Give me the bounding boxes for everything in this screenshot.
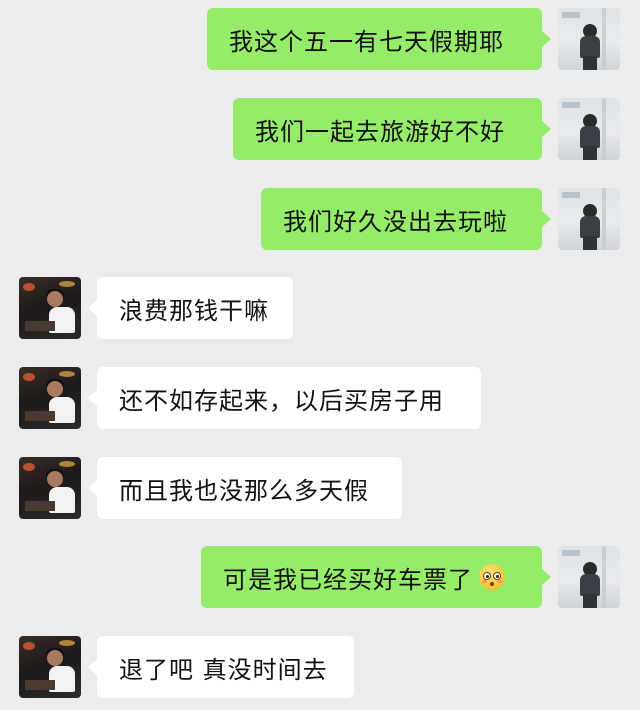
sender-avatar[interactable]: [558, 98, 620, 160]
chat-message-sent: 我们一起去旅游好不好: [0, 98, 640, 162]
message-bubble-received[interactable]: 而且我也没那么多天假: [88, 457, 402, 519]
message-bubble-sent[interactable]: 可是我已经买好车票了: [201, 546, 551, 608]
message-bubble-sent[interactable]: 我们好久没出去玩啦: [261, 188, 551, 250]
message-bubble-received[interactable]: 浪费那钱干嘛: [88, 277, 293, 339]
message-text: 我们好久没出去玩啦: [283, 207, 508, 236]
message-text: 还不如存起来，以后买房子用: [119, 386, 444, 415]
sender-avatar[interactable]: [558, 188, 620, 250]
contact-avatar[interactable]: [19, 367, 81, 429]
contact-avatar[interactable]: [19, 277, 81, 339]
message-text: 而且我也没那么多天假: [119, 476, 369, 505]
chat-message-sent: 可是我已经买好车票了: [0, 546, 640, 610]
flushed-face-emoji-icon: [479, 564, 505, 590]
sender-avatar[interactable]: [558, 8, 620, 70]
chat-message-sent: 我这个五一有七天假期耶: [0, 8, 640, 72]
message-text: 我们一起去旅游好不好: [255, 117, 505, 146]
contact-avatar[interactable]: [19, 636, 81, 698]
chat-message-received: 退了吧 真没时间去: [0, 636, 640, 700]
chat-message-received: 浪费那钱干嘛: [0, 277, 640, 341]
message-bubble-sent[interactable]: 我们一起去旅游好不好: [233, 98, 551, 160]
sender-avatar[interactable]: [558, 546, 620, 608]
message-text: 退了吧 真没时间去: [119, 655, 328, 684]
chat-message-received: 而且我也没那么多天假: [0, 457, 640, 521]
message-text: 浪费那钱干嘛: [119, 296, 269, 325]
chat-message-received: 还不如存起来，以后买房子用: [0, 367, 640, 431]
message-bubble-sent[interactable]: 我这个五一有七天假期耶: [207, 8, 551, 70]
chat-window: 我这个五一有七天假期耶 我们一起去旅游好不好 我们好久没出去玩啦 浪费那钱干嘛 …: [0, 0, 640, 710]
message-text: 我这个五一有七天假期耶: [229, 27, 504, 56]
message-text: 可是我已经买好车票了: [223, 565, 473, 594]
message-bubble-received[interactable]: 退了吧 真没时间去: [88, 636, 354, 698]
chat-message-sent: 我们好久没出去玩啦: [0, 188, 640, 252]
contact-avatar[interactable]: [19, 457, 81, 519]
message-bubble-received[interactable]: 还不如存起来，以后买房子用: [88, 367, 481, 429]
